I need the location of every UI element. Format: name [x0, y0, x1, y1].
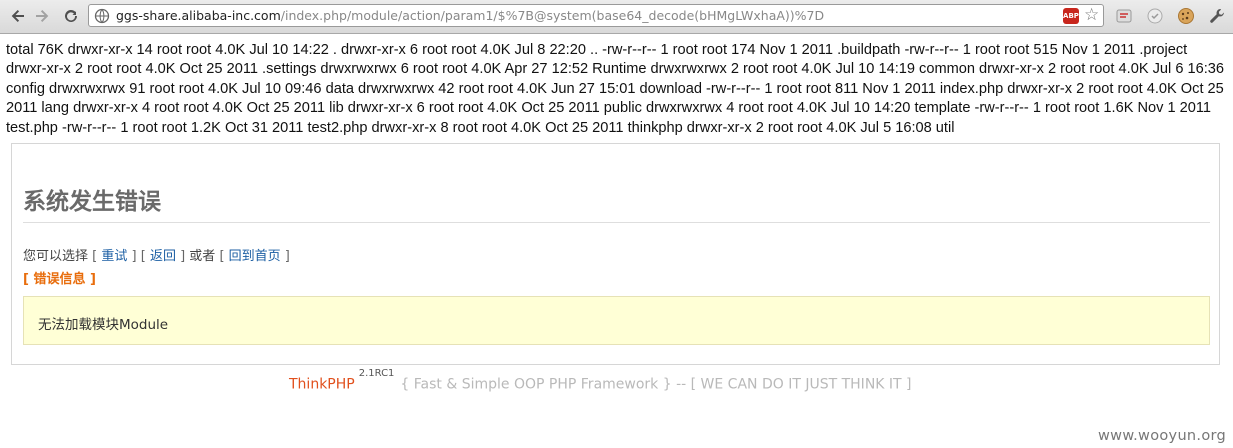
or-label: 或者 — [189, 249, 216, 264]
extension-icon[interactable] — [1114, 6, 1134, 26]
choice-prefix: 您可以选择 — [23, 249, 89, 264]
directory-listing-output: total 76K drwxr-xr-x 14 root root 4.0K J… — [6, 42, 1225, 136]
home-link[interactable]: 回到首页 — [229, 249, 281, 264]
error-title: 系统发生错误 — [23, 189, 161, 215]
adblock-icon[interactable]: ABP — [1063, 8, 1079, 24]
url-path: /index.php/module/action/param1/$%7B@sys… — [280, 8, 825, 23]
cookie-icon[interactable] — [1176, 6, 1196, 26]
error-info-label: [ 错误信息 ] — [23, 272, 96, 287]
watermark: www.wooyun.org — [1098, 428, 1227, 444]
extension-icon[interactable] — [1145, 6, 1165, 26]
reload-icon[interactable] — [60, 5, 82, 27]
error-message: 无法加载模块Module — [38, 317, 169, 333]
url-text: ggs-share.alibaba-inc.com/index.php/modu… — [116, 8, 824, 24]
divider — [23, 222, 1210, 223]
url-host: ggs-share.alibaba-inc.com — [116, 8, 281, 23]
forward-icon[interactable] — [31, 5, 53, 27]
framework-footer: ThinkPHP2.1RC1 { Fast & Simple OOP PHP Fr… — [289, 368, 912, 393]
footer-version: 2.1RC1 — [358, 368, 395, 379]
error-message-box: 无法加载模块Module — [23, 296, 1210, 345]
browser-toolbar: ggs-share.alibaba-inc.com/index.php/modu… — [0, 0, 1233, 34]
back-link[interactable]: 返回 — [150, 249, 176, 264]
footer-brand: ThinkPHP — [289, 376, 355, 393]
footer-tagline: { Fast & Simple OOP PHP Framework } -- [… — [400, 376, 912, 393]
retry-link[interactable]: 重试 — [101, 249, 127, 264]
back-icon[interactable] — [7, 5, 29, 27]
error-actions-line: 您可以选择 [ 重试 ] [ 返回 ] 或者 [ 回到首页 ] — [23, 249, 290, 264]
page-icon — [94, 8, 110, 24]
wrench-icon[interactable] — [1207, 6, 1227, 26]
address-bar[interactable]: ggs-share.alibaba-inc.com/index.php/modu… — [88, 4, 1104, 27]
error-panel: 系统发生错误 您可以选择 [ 重试 ] [ 返回 ] 或者 [ 回到首页 ] [… — [11, 143, 1220, 365]
star-icon[interactable]: ☆ — [1084, 6, 1102, 24]
